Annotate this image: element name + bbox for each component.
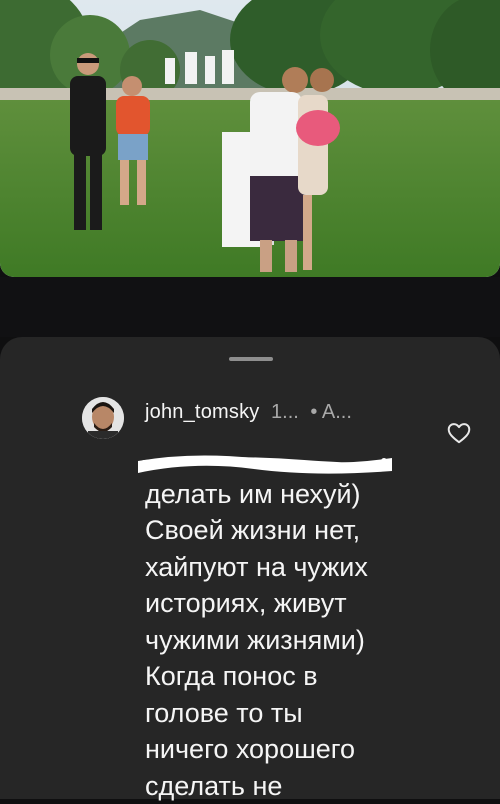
post-photo [0, 0, 500, 277]
profile-avatar[interactable] [82, 397, 124, 439]
comment-extra: • A... [310, 401, 351, 423]
photo-scene [0, 0, 500, 277]
comment-text: делать им нехуй) Своей жизни нет, хайпую… [145, 439, 445, 804]
comment-line: хайпуют на чужих [145, 549, 445, 586]
comment-line: чужими жизнями) [145, 622, 445, 659]
comment-meta: john_tomsky 1... • A... [145, 401, 352, 424]
dark-gap [0, 277, 500, 337]
avatar-image [82, 397, 124, 439]
heart-outline-icon[interactable] [446, 420, 472, 446]
comment-line: Своей жизни нет, [145, 512, 445, 549]
comment-line: голове то ты [145, 695, 445, 732]
redaction-scribble [134, 449, 396, 479]
comment-line: историях, живут [145, 585, 445, 622]
sheet-grabber[interactable] [229, 357, 273, 361]
comments-sheet: john_tomsky 1... • A... делать им нехуй)… [0, 337, 500, 799]
comment-line: Когда понос в [145, 658, 445, 695]
comment-username[interactable]: john_tomsky [145, 401, 259, 423]
comment-line: ничего хорошего [145, 731, 445, 768]
comment-line: делать им нехуй) [145, 476, 445, 513]
comment-time: 1... [271, 401, 299, 423]
